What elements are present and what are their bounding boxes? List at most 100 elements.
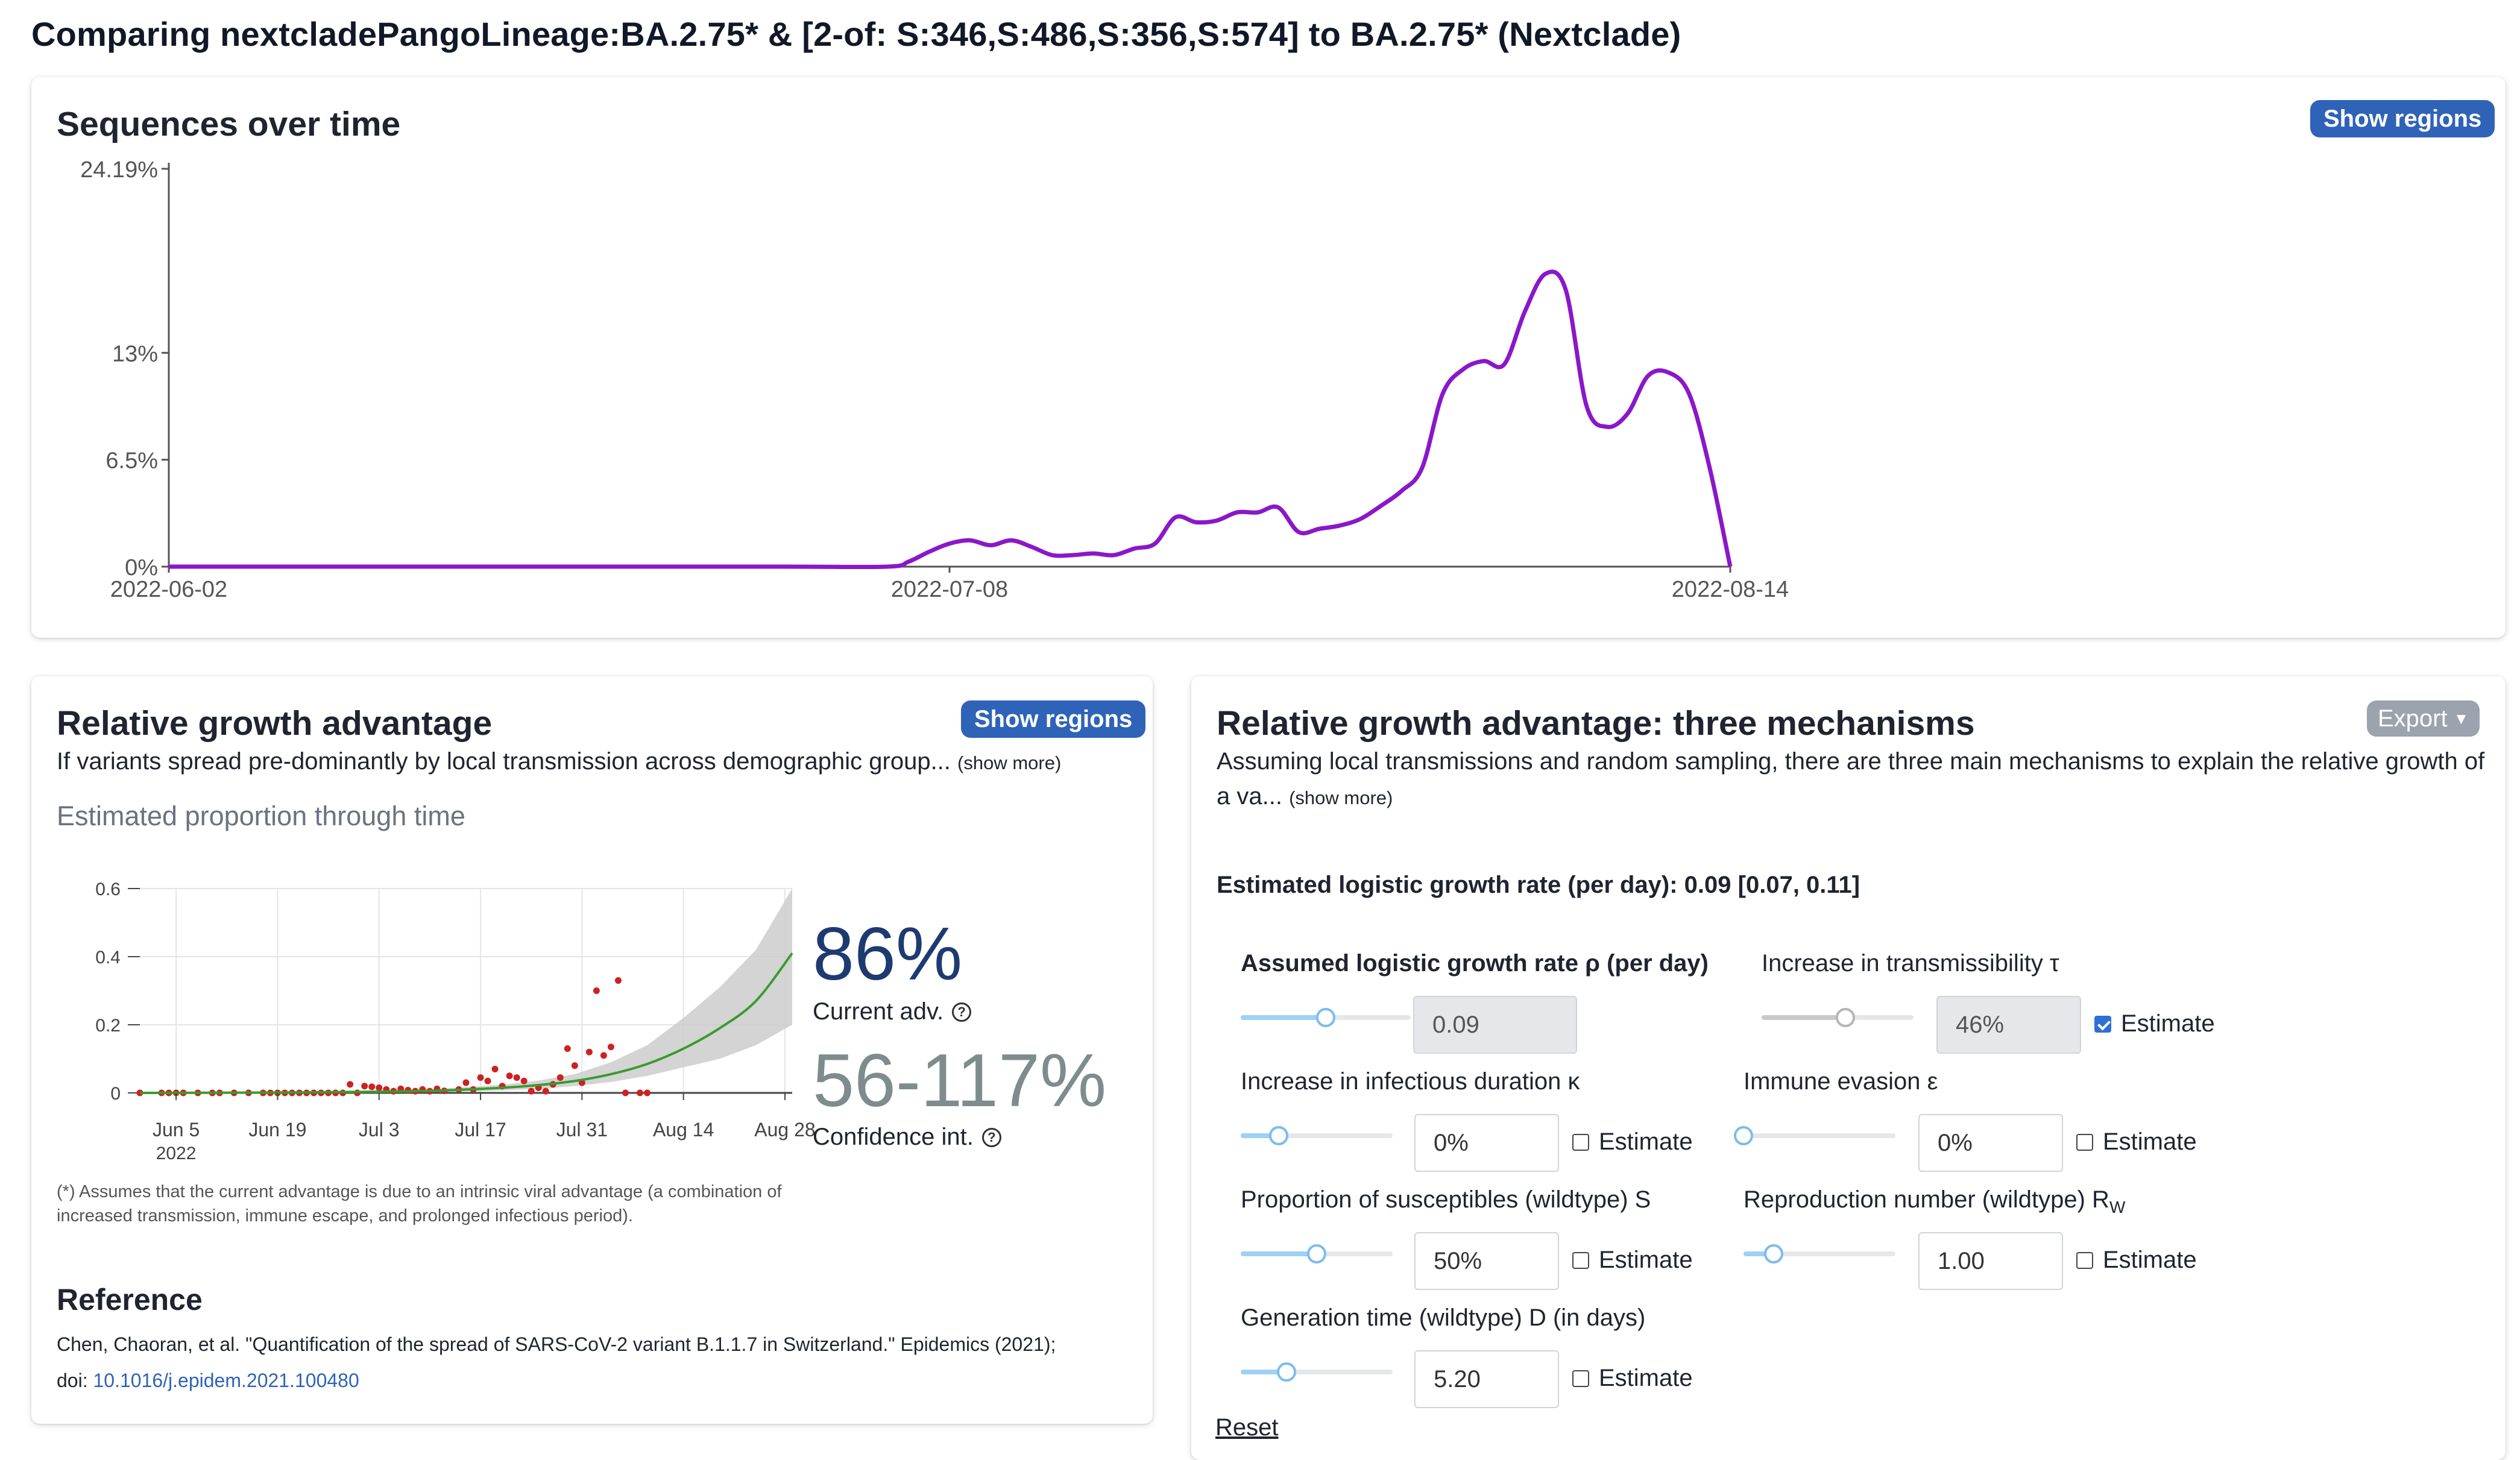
data-point [491, 1065, 499, 1072]
epsilon-estimate-checkbox[interactable]: Estimate [2076, 1128, 2197, 1156]
show-more-link[interactable]: (show more) [1289, 787, 1393, 808]
reproduction-number-slider[interactable] [1744, 1244, 1895, 1263]
data-point [593, 987, 600, 994]
confidence-band [140, 889, 792, 1093]
x-tick-label: Aug 28 [754, 1119, 815, 1141]
susceptibles-input[interactable] [1414, 1232, 1559, 1290]
data-point [368, 1083, 376, 1090]
susceptibles-label: Proportion of susceptibles (wildtype) S [1241, 1186, 1651, 1213]
y-tick-label: 24.19% [80, 157, 158, 183]
data-point [528, 1087, 535, 1095]
tau-input[interactable] [1936, 996, 2081, 1054]
rho-slider[interactable] [1241, 1008, 1411, 1027]
data-point [622, 1089, 629, 1097]
x-tick-label: 2022-07-08 [891, 577, 1008, 602]
y-tick-label: 0.4 [95, 948, 121, 968]
data-point [376, 1084, 383, 1092]
epsilon-label: Immune evasion ε [1744, 1068, 1938, 1095]
rho-input[interactable] [1413, 996, 1577, 1054]
current-advantage-label: Current adv. ? [813, 998, 972, 1025]
help-icon[interactable]: ? [952, 1002, 972, 1022]
export-button[interactable]: Export ▼ [2367, 700, 2480, 737]
kappa-label: Increase in infectious duration κ [1241, 1068, 1580, 1095]
reproduction-number-input[interactable] [1918, 1232, 2063, 1290]
x-tick-label: Aug 14 [653, 1119, 714, 1141]
checkbox-icon[interactable] [1572, 1133, 1589, 1151]
tau-estimate-checkbox[interactable]: Estimate [2094, 1010, 2215, 1037]
estimate-label: Estimate [2103, 1247, 2197, 1273]
estimate-label: Estimate [1599, 1247, 1693, 1273]
current-advantage-value: 86% [813, 913, 963, 996]
data-point [506, 1072, 513, 1080]
checkbox-checked-icon[interactable] [2094, 1015, 2111, 1033]
data-point [644, 1089, 651, 1097]
kappa-slider[interactable] [1241, 1126, 1393, 1145]
sequences-chart: 0%6.5%13%24.19%2022-06-02 2022-07-08 2022-… [80, 157, 1789, 602]
data-point [361, 1083, 368, 1090]
reference-title: Reference [57, 1283, 203, 1317]
data-point [556, 1074, 564, 1081]
y-tick-label: 0 [110, 1084, 121, 1104]
help-icon[interactable]: ? [981, 1127, 1001, 1147]
reference-citation: Chen, Chaoran, et al. "Quantification of… [57, 1333, 1056, 1355]
y-tick-label: 0.6 [95, 879, 121, 899]
sequences-series-line [169, 269, 1733, 570]
susceptibles-estimate-checkbox[interactable]: Estimate [1572, 1247, 1693, 1274]
page-title: Comparing nextcladePangoLineage:BA.2.75*… [31, 15, 1681, 53]
show-more-link[interactable]: (show more) [957, 752, 1061, 773]
doi-link[interactable]: 10.1016/j.epidem.2021.100480 [93, 1370, 359, 1391]
checkbox-icon[interactable] [2076, 1251, 2093, 1269]
tau-label: Increase in transmissibility τ [1762, 950, 2059, 977]
estimate-label: Estimate [2121, 1010, 2215, 1037]
x-tick-label: Jun 5 [153, 1119, 200, 1141]
checkbox-icon[interactable] [1572, 1370, 1589, 1387]
x-tick-label: Jul 31 [556, 1119, 608, 1141]
generation-time-estimate-checkbox[interactable]: Estimate [1572, 1365, 1693, 1392]
x-tick-label: 2022-06-02 [110, 577, 227, 602]
reproduction-number-subscript: W [2109, 1198, 2126, 1216]
reproduction-number-label-text: Reproduction number (wildtype) R [1744, 1186, 2109, 1213]
data-point [513, 1074, 520, 1081]
mechanisms-description: Assuming local transmissions and random … [1217, 744, 2489, 816]
data-point [542, 1087, 549, 1095]
epsilon-input[interactable] [1918, 1114, 2063, 1172]
reset-link[interactable]: Reset [1215, 1414, 1279, 1441]
data-point [564, 1045, 571, 1053]
generation-time-slider[interactable] [1241, 1362, 1393, 1382]
susceptibles-slider[interactable] [1241, 1244, 1393, 1263]
tau-slider[interactable] [1762, 1008, 1914, 1027]
data-point [347, 1081, 354, 1088]
doi-prefix: doi: [57, 1370, 88, 1391]
estimate-label: Estimate [2103, 1128, 2197, 1155]
sequences-over-time-card: Sequences over time Show regions 0% 6.5% 1… [31, 77, 2506, 638]
reproduction-number-estimate-checkbox[interactable]: Estimate [2076, 1247, 2197, 1274]
reproduction-number-label: Reproduction number (wildtype) RW [1744, 1186, 2125, 1217]
data-point [607, 1043, 614, 1051]
estimate-label: Estimate [1599, 1128, 1693, 1155]
current-advantage-label-text: Current adv. [813, 998, 944, 1025]
x-tick-label: Jul 17 [455, 1119, 506, 1141]
data-point [520, 1077, 528, 1084]
checkbox-icon[interactable] [2076, 1133, 2093, 1151]
data-point [477, 1074, 484, 1081]
confidence-interval-label: Confidence int. ? [813, 1124, 1001, 1151]
generation-time-input[interactable] [1414, 1350, 1559, 1408]
estimate-label: Estimate [1599, 1365, 1693, 1391]
mechanisms-description-text: Assuming local transmissions and random … [1217, 748, 2485, 810]
x-tick-sublabel: 2022 [156, 1144, 197, 1163]
y-tick-label: 13% [112, 341, 158, 367]
export-label: Export [2378, 705, 2448, 732]
data-point [637, 1089, 644, 1097]
data-point [614, 977, 622, 984]
assumption-footnote: (*) Assumes that the current advantage i… [57, 1182, 782, 1226]
y-tick-label: 0.2 [95, 1016, 121, 1036]
mechanisms-card-title: Relative growth advantage: three mechani… [1217, 704, 1975, 743]
kappa-estimate-checkbox[interactable]: Estimate [1572, 1128, 1693, 1156]
reference-text: Chen, Chaoran, et al. "Quantification of… [57, 1326, 1136, 1399]
epsilon-slider[interactable] [1734, 1126, 1895, 1145]
relative-growth-advantage-card: Relative growth advantage Show regions I… [31, 676, 1153, 1424]
kappa-input[interactable] [1414, 1114, 1559, 1172]
show-regions-button[interactable]: Show regions [961, 700, 1146, 738]
checkbox-icon[interactable] [1572, 1251, 1589, 1269]
confidence-interval-label-text: Confidence int. [813, 1124, 974, 1150]
